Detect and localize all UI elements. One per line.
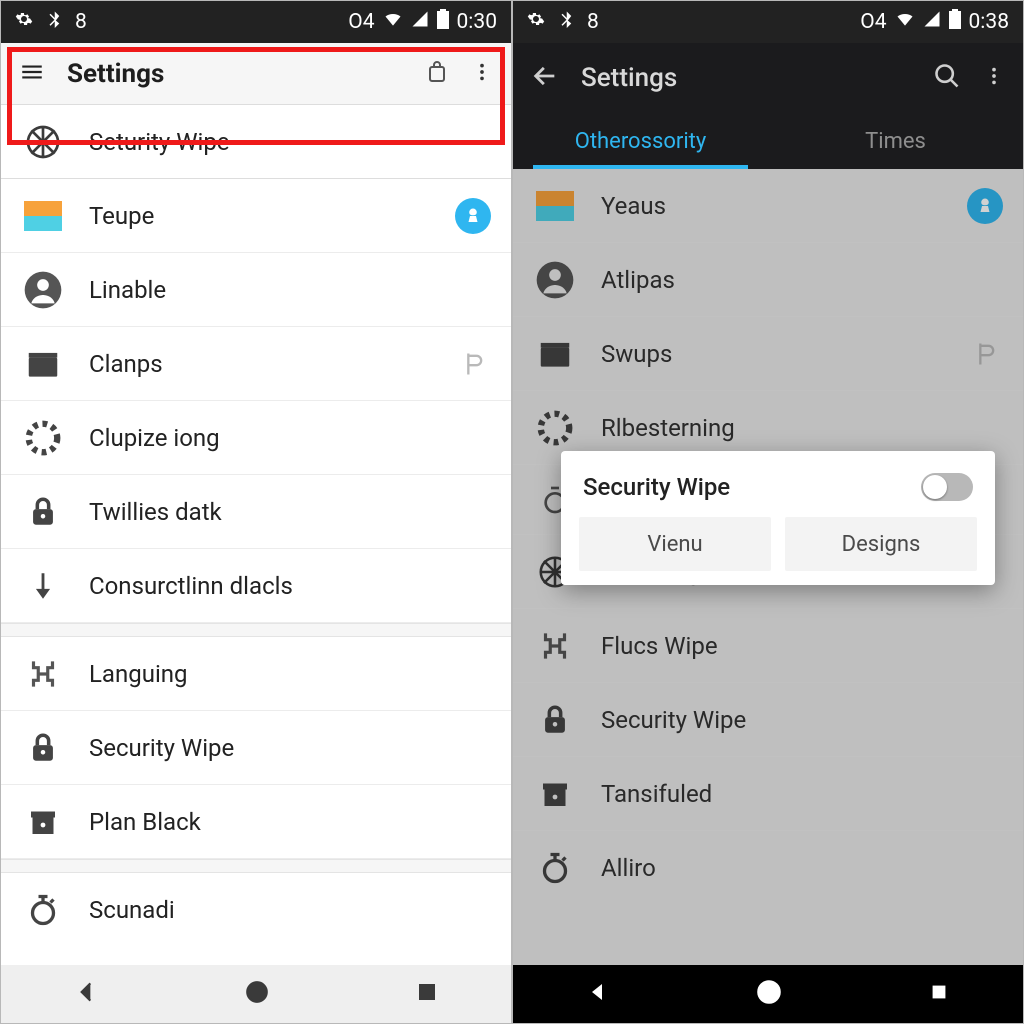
button-label: Designs [842,532,921,557]
list-item-label: Languing [89,660,188,688]
list-item[interactable]: Plan Black [1,785,511,859]
list-item-label: Twillies datk [89,498,222,526]
dialog-title: Security Wipe [583,473,730,501]
status-num: 8 [587,10,599,34]
dialog-button-vienu[interactable]: Vienu [579,517,771,571]
dialog-button-designs[interactable]: Designs [785,517,977,571]
list-item[interactable]: Twillies datk [1,475,511,549]
nav-home-icon[interactable] [244,979,270,1009]
status-bar: 8 O⁠4 0:30 [1,1,511,43]
app-bar: Settings [513,43,1023,113]
nav-bar [1,965,511,1023]
list-item[interactable]: Security Wipe [1,711,511,785]
color-tile-icon [21,194,65,238]
battery-icon [949,9,961,35]
list-item[interactable]: Clupize iong [1,401,511,475]
battery-icon [437,9,449,35]
page-title: Settings [67,59,164,89]
overflow-icon[interactable] [983,65,1005,91]
status-bar: 8 O⁠4 0:38 [513,1,1023,43]
list-item-label: Security Wipe [89,734,234,762]
list-item-label: Seturity Wipe [89,128,230,156]
stopwatch-icon [21,888,65,932]
wallet-icon [21,342,65,386]
nav-home-icon[interactable] [755,978,783,1010]
phone-right: 8 O⁠4 0:38 Settings Otherossority Times … [512,0,1024,1024]
list-item-label: Scunadi [89,896,175,924]
page-title: Settings [581,63,677,93]
gear-icon [527,10,545,34]
nav-recent-icon[interactable] [928,981,950,1007]
lock-icon [21,726,65,770]
wifi-icon [895,9,915,35]
list-item[interactable]: Clanps [1,327,511,401]
app-bar: Settings [1,43,511,105]
avatar-circle-icon [21,268,65,312]
list-item-label: Clanps [89,350,163,378]
nav-back-icon[interactable] [73,979,99,1009]
list-item-label: Clupize iong [89,424,220,452]
list-item[interactable]: Seturity Wipe [1,105,511,179]
info-badge-icon [455,198,491,234]
lock-icon [21,490,65,534]
back-arrow-icon[interactable] [531,62,559,94]
list-item[interactable]: Scunadi [1,873,511,947]
bluetooth-icon [45,10,63,34]
list-item[interactable]: Languing [1,637,511,711]
signal-icon [923,10,941,34]
nav-back-icon[interactable] [586,980,610,1008]
list-item-label: Teupe [89,202,154,230]
list-item-label: Plan Black [89,808,201,836]
tab-label: Times [865,129,926,154]
bag-icon[interactable] [425,60,449,88]
section-divider [1,623,511,637]
list-item-label: Linable [89,276,166,304]
gear-icon [15,10,33,34]
hamburger-icon[interactable] [19,59,45,89]
status-net: O⁠4 [348,10,374,34]
arrow-down-icon [21,564,65,608]
phone-left: 8 O⁠4 0:30 Settings Seturity Wipe Teupe [0,0,512,1024]
nav-bar [513,965,1023,1023]
tab-times[interactable]: Times [768,113,1023,169]
list-item[interactable]: Linable [1,253,511,327]
bluetooth-icon [557,10,575,34]
status-time: 0:30 [457,10,498,34]
section-divider [1,859,511,873]
tab-label: Otherossority [575,129,707,154]
tab-bar: Otherossority Times [513,113,1023,169]
settings-list: Seturity Wipe Teupe Linable Clanps Clupi… [1,105,511,965]
list-item[interactable]: Teupe [1,179,511,253]
archive-icon [21,800,65,844]
p-flag-icon [455,346,491,382]
security-wipe-dialog: Security Wipe Vienu Designs [561,451,995,585]
search-icon[interactable] [933,62,961,94]
nav-recent-icon[interactable] [415,980,439,1008]
button-label: Vienu [647,532,702,557]
ring-dots-icon [21,416,65,460]
wifi-icon [383,9,403,35]
list-item-label: Consurctlinn dlacls [89,572,293,600]
signal-icon [411,10,429,34]
gear-wheel-icon [21,120,65,164]
tab-otherossority[interactable]: Otherossority [513,113,768,169]
status-net: O⁠4 [860,10,886,34]
list-item[interactable]: Consurctlinn dlacls [1,549,511,623]
status-time: 0:38 [969,10,1010,34]
status-num: 8 [75,10,87,34]
security-wipe-toggle[interactable] [921,473,973,501]
overflow-icon[interactable] [471,61,493,87]
pipe-icon [21,652,65,696]
